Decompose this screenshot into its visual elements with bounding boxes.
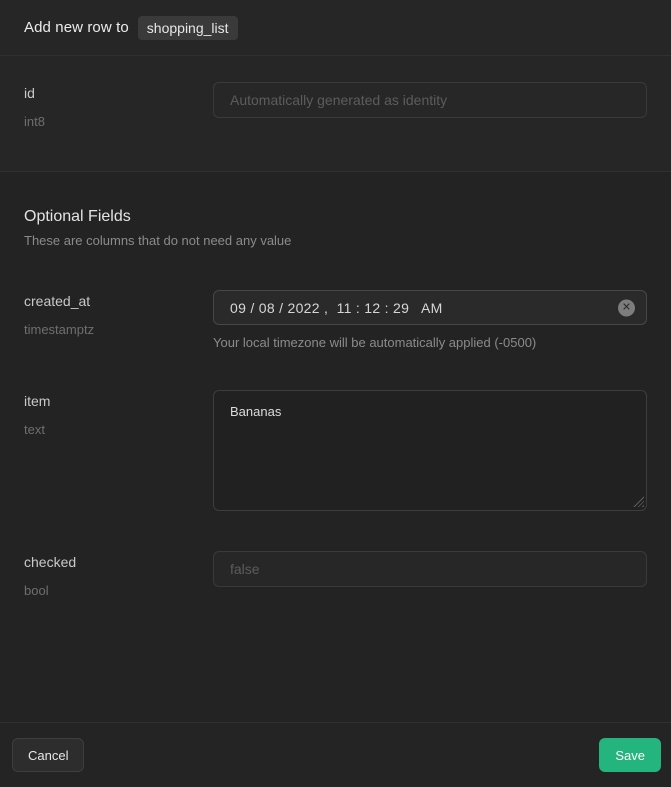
field-name-id: id [24,85,213,101]
optional-fields-subtitle: These are columns that do not need any v… [24,233,647,248]
field-type-created-at: timestamptz [24,322,213,337]
field-labels-item: item text [24,390,213,437]
table-name-chip: shopping_list [138,16,238,40]
panel-title: Add new row to [24,19,129,36]
add-row-panel: { "header": { "title_prefix": "Add new r… [0,0,671,787]
panel-header: Add new row to shopping_list [0,0,671,56]
optional-fields-title: Optional Fields [24,208,647,226]
field-name-created-at: created_at [24,293,213,309]
created-at-datetime-input[interactable] [213,290,647,325]
field-labels-created-at: created_at timestamptz [24,290,213,337]
field-type-checked: bool [24,583,213,598]
field-name-item: item [24,393,213,409]
datetime-input-wrap: ✕ [213,290,647,325]
field-control-created-at: ✕ Your local timezone will be automatica… [213,290,647,350]
id-input[interactable] [213,82,647,118]
field-row-created-at: created_at timestamptz ✕ Your local time… [24,290,647,350]
circle-x-icon[interactable]: ✕ [618,299,635,316]
checked-input[interactable] [213,551,647,587]
field-control-id [213,82,647,118]
field-type-item: text [24,422,213,437]
save-button[interactable]: Save [599,738,661,772]
optional-fields-section: Optional Fields These are columns that d… [0,172,671,598]
cancel-button[interactable]: Cancel [12,738,84,772]
field-row-item: item text Bananas [24,390,647,511]
field-labels-checked: checked bool [24,551,213,598]
field-name-checked: checked [24,554,213,570]
field-row-checked: checked bool [24,551,647,598]
panel-footer: Cancel Save [0,722,671,787]
item-textarea[interactable]: Bananas [213,390,647,511]
field-row-id: id int8 [24,82,647,129]
timezone-note: Your local timezone will be automaticall… [213,335,647,350]
required-fields-section: id int8 [0,56,671,172]
field-control-checked [213,551,647,587]
field-control-item: Bananas [213,390,647,511]
field-labels-id: id int8 [24,82,213,129]
field-type-id: int8 [24,114,213,129]
